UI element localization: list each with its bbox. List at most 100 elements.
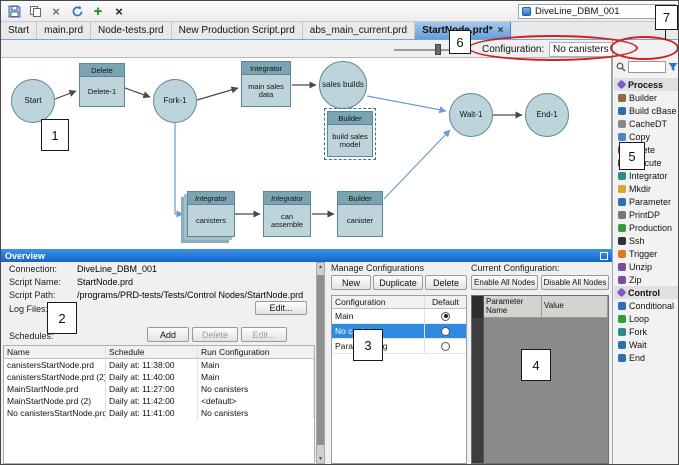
palette-item-fork[interactable]: Fork [614, 325, 679, 338]
production-icon [618, 224, 626, 232]
config-delete-button[interactable]: Delete [425, 275, 467, 290]
column-schedule[interactable]: Schedule [106, 346, 198, 358]
end-icon [618, 354, 626, 362]
refresh-icon[interactable] [68, 3, 86, 20]
row-selector-strip [472, 318, 484, 463]
callout-4: 4 [521, 349, 551, 381]
configuration-row-main[interactable]: Main [332, 309, 466, 324]
palette-list: Process Builder Build cBase CacheDT Copy… [614, 78, 679, 364]
enable-all-nodes-button[interactable]: Enable All Nodes [471, 275, 538, 290]
default-radio[interactable] [441, 327, 450, 336]
configuration-label: Configuration: [482, 44, 544, 55]
tab-close-icon[interactable]: × [498, 25, 504, 36]
default-radio[interactable] [441, 342, 450, 351]
callout-5: 5 [619, 142, 645, 170]
build-cbase-icon [618, 107, 626, 115]
trigger-icon [618, 250, 626, 258]
application-window: × + × DiveLine_DBM_001 Start main.prd No… [0, 0, 679, 465]
copy-icon[interactable] [26, 3, 44, 20]
add-icon[interactable]: + [89, 3, 107, 20]
node-sales-builds[interactable]: sales builds [319, 61, 367, 109]
default-radio[interactable] [441, 312, 450, 321]
builder-icon [618, 94, 626, 102]
conditional-icon [618, 302, 626, 310]
palette-item-production[interactable]: Production [614, 221, 679, 234]
delete-icon[interactable]: × [110, 3, 128, 20]
control-group-icon [617, 288, 627, 298]
tab-start[interactable]: Start [1, 22, 37, 39]
zoom-slider-thumb[interactable] [435, 44, 441, 55]
connection-selector[interactable]: DiveLine_DBM_001 [518, 4, 676, 19]
save-icon[interactable] [5, 3, 23, 20]
wait-icon [618, 341, 626, 349]
ssh-icon [618, 237, 626, 245]
palette-item-loop[interactable]: Loop [614, 312, 679, 325]
callout-3: 3 [353, 329, 383, 361]
palette-item-printdp[interactable]: PrintDP [614, 208, 679, 221]
schedule-add-button[interactable]: Add [147, 327, 189, 342]
schedule-row[interactable]: MainStartNode.prd (2)Daily at: 11:42:00<… [4, 395, 314, 407]
filter-icon[interactable] [668, 62, 678, 72]
scroll-down-icon[interactable]: ▼ [317, 456, 324, 462]
column-run-configuration[interactable]: Run Configuration [198, 346, 314, 358]
schedule-delete-button[interactable]: Delete [192, 327, 238, 342]
node-integrator-canisters[interactable]: Integrator canisters [187, 191, 235, 237]
main-toolbar: × + × DiveLine_DBM_001 [1, 1, 679, 22]
configurations-table-header: Configuration Default [332, 296, 466, 309]
node-start[interactable]: Start [11, 79, 55, 123]
node-integrator-assemble[interactable]: Integrator can assemble [263, 191, 311, 237]
node-builder-canister[interactable]: Builder canister [337, 191, 383, 237]
column-name[interactable]: Name [4, 346, 106, 358]
schedule-row[interactable]: canistersStartNode.prd (2)Daily at: 11:4… [4, 371, 314, 383]
tab-abs-main-current-prd[interactable]: abs_main_current.prd [303, 22, 415, 39]
node-palette: Process Builder Build cBase CacheDT Copy… [612, 40, 679, 465]
palette-group-process[interactable]: Process [614, 78, 679, 91]
palette-item-build-cbase[interactable]: Build cBase [614, 104, 679, 117]
connection-label: Connection: [9, 264, 57, 274]
workflow-canvas[interactable]: Start Delete Delete-1 Fork-1 Integrator … [1, 58, 612, 249]
palette-item-integrator[interactable]: Integrator [614, 169, 679, 182]
column-configuration: Configuration [332, 297, 424, 307]
palette-item-builder[interactable]: Builder [614, 91, 679, 104]
overview-title: Overview [5, 251, 45, 261]
palette-item-ssh[interactable]: Ssh [614, 234, 679, 247]
schedule-row[interactable]: canistersStartNode.prdDaily at: 11:38:00… [4, 359, 314, 371]
close-gray-icon[interactable]: × [47, 3, 65, 20]
palette-item-mkdir[interactable]: Mkdir [614, 182, 679, 195]
pin-icon[interactable] [600, 252, 608, 260]
palette-item-cachedt[interactable]: CacheDT [614, 117, 679, 130]
log-files-edit-button[interactable]: Edit... [255, 301, 307, 315]
node-integrator-main[interactable]: Integrator main sales data [241, 61, 291, 107]
config-new-button[interactable]: New [331, 275, 371, 290]
tab-new-production-script-prd[interactable]: New Production Script.prd [172, 22, 303, 39]
document-tabs: Start main.prd Node-tests.prd New Produc… [1, 22, 679, 40]
palette-item-conditional[interactable]: Conditional [614, 299, 679, 312]
tab-main-prd[interactable]: main.prd [37, 22, 91, 39]
parameters-table-body[interactable] [472, 318, 608, 463]
palette-item-trigger[interactable]: Trigger [614, 247, 679, 260]
palette-item-unzip[interactable]: Unzip [614, 260, 679, 273]
palette-item-parameter[interactable]: Parameter [614, 195, 679, 208]
palette-item-zip[interactable]: Zip [614, 273, 679, 286]
disable-all-nodes-button[interactable]: Disable All Nodes [541, 275, 609, 290]
tab-node-tests-prd[interactable]: Node-tests.prd [91, 22, 172, 39]
overview-scrollbar[interactable]: ▲ ▼ [316, 262, 325, 464]
node-builder-sales[interactable]: Builder build sales model [327, 111, 373, 157]
scroll-up-icon[interactable]: ▲ [317, 264, 324, 270]
node-wait-1[interactable]: Wait-1 [449, 93, 493, 137]
schedule-row[interactable]: MainStartNode.prdDaily at: 11:27:00No ca… [4, 383, 314, 395]
copy-node-icon [618, 133, 626, 141]
node-fork-1[interactable]: Fork-1 [153, 79, 197, 123]
palette-item-end[interactable]: End [614, 351, 679, 364]
schedule-edit-button[interactable]: Edit... [241, 327, 287, 342]
node-delete[interactable]: Delete Delete-1 [79, 63, 125, 107]
log-files-label: Log Files: [9, 304, 48, 314]
scrollbar-thumb[interactable] [317, 275, 324, 445]
palette-item-wait[interactable]: Wait [614, 338, 679, 351]
palette-search-input[interactable] [628, 61, 666, 73]
palette-group-control[interactable]: Control [614, 286, 679, 299]
node-end-1[interactable]: End-1 [525, 93, 569, 137]
config-duplicate-button[interactable]: Duplicate [373, 275, 423, 290]
schedule-row[interactable]: No canistersStartNode.prd (3)Daily at: 1… [4, 407, 314, 419]
script-path-value: /programs/PRD-tests/Tests/Control Nodes/… [77, 290, 313, 300]
